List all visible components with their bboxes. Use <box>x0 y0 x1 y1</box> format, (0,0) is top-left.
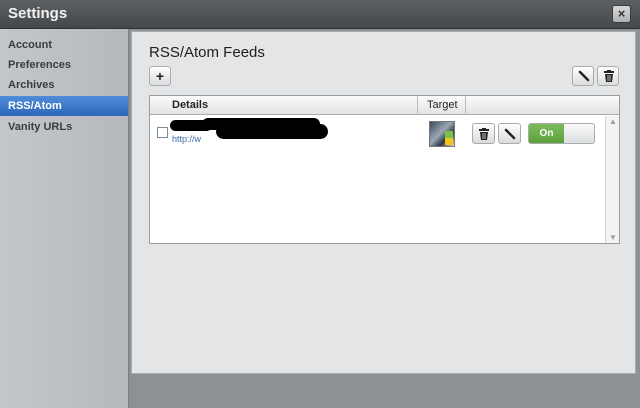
close-icon: × <box>617 6 626 21</box>
pencil-icon <box>504 128 516 140</box>
sidebar-item-label: Account <box>8 39 52 51</box>
sidebar-item-vanity-urls[interactable]: Vanity URLs <box>0 117 128 137</box>
row-select-checkbox[interactable] <box>157 127 168 138</box>
table-scrollbar[interactable]: ▲ ▼ <box>605 116 619 243</box>
row-edit-button[interactable] <box>498 123 521 144</box>
sidebar: Account Preferences Archives RSS/Atom Va… <box>0 29 129 408</box>
sidebar-item-archives[interactable]: Archives <box>0 75 128 95</box>
scroll-down-icon[interactable]: ▼ <box>609 233 617 242</box>
add-feed-button[interactable]: + <box>149 66 171 86</box>
column-header-details[interactable]: Details <box>172 96 208 115</box>
window-title: Settings <box>8 5 68 22</box>
sidebar-item-account[interactable]: Account <box>0 35 128 55</box>
target-avatar[interactable] <box>429 121 455 147</box>
feeds-table: Details Target http://w On ▲ ▼ <box>149 95 620 244</box>
table-header: Details Target <box>150 96 619 115</box>
sidebar-item-preferences[interactable]: Preferences <box>0 55 128 75</box>
column-header-target[interactable]: Target <box>427 96 458 115</box>
sidebar-item-label: RSS/Atom <box>8 100 62 112</box>
toggle-on-label: On <box>529 124 564 143</box>
main-panel: RSS/Atom Feeds + Details Target http://w… <box>131 31 636 374</box>
trash-icon <box>604 70 614 82</box>
plus-icon: + <box>155 68 165 84</box>
scroll-up-icon[interactable]: ▲ <box>609 117 617 126</box>
row-delete-button[interactable] <box>472 123 495 144</box>
title-bar: Settings × <box>0 0 640 29</box>
delete-button[interactable] <box>597 66 619 86</box>
sidebar-item-rss-atom[interactable]: RSS/Atom <box>0 96 128 116</box>
sidebar-item-label: Vanity URLs <box>8 121 73 133</box>
feed-status-toggle[interactable]: On <box>528 123 595 144</box>
feed-url[interactable]: http://w <box>172 134 201 144</box>
column-divider <box>465 96 466 115</box>
edit-button[interactable] <box>572 66 594 86</box>
pencil-icon <box>578 70 590 82</box>
page-title: RSS/Atom Feeds <box>149 44 265 61</box>
sidebar-item-label: Archives <box>8 79 55 91</box>
column-divider <box>417 96 418 115</box>
trash-icon <box>479 128 489 140</box>
close-button[interactable]: × <box>612 5 631 23</box>
bottom-strip <box>131 376 640 408</box>
sidebar-item-label: Preferences <box>8 59 71 71</box>
